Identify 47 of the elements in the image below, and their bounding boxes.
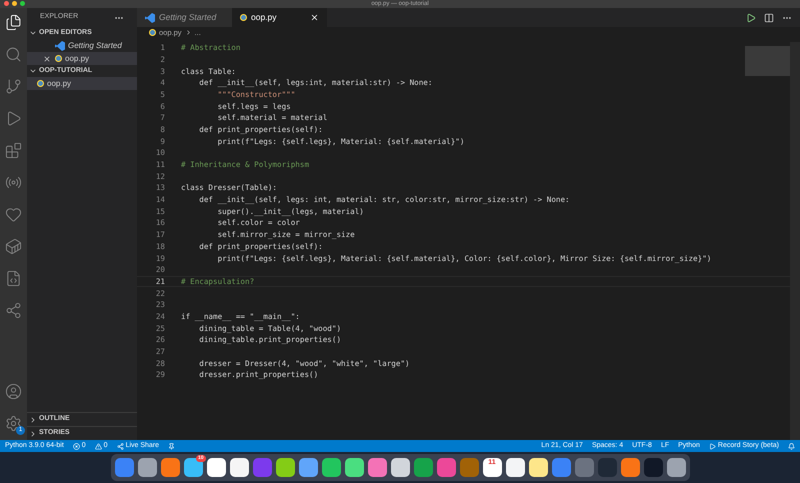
file-item[interactable]: oop.py	[27, 77, 137, 90]
settings-icon[interactable]	[5, 415, 22, 432]
run-debug-icon[interactable]	[5, 110, 22, 127]
app-icon[interactable]	[390, 458, 410, 477]
file-item[interactable]: Getting Started	[27, 39, 137, 52]
split-editor-icon[interactable]	[764, 12, 774, 22]
heart-icon[interactable]	[5, 206, 22, 223]
close-window-icon[interactable]	[4, 1, 9, 6]
python-file-icon	[240, 14, 247, 21]
error-icon	[72, 442, 80, 450]
maximize-window-icon[interactable]	[20, 1, 25, 6]
minimize-window-icon[interactable]	[12, 1, 17, 6]
play-icon	[708, 442, 716, 450]
run-icon[interactable]	[746, 12, 756, 22]
branch-icon[interactable]	[5, 78, 22, 95]
pin-icon	[168, 442, 176, 450]
app-icon[interactable]	[322, 458, 340, 477]
editor-tab[interactable]: oop.py	[232, 8, 327, 27]
bell-icon[interactable]	[788, 442, 795, 450]
extensions-icon[interactable]	[5, 142, 22, 159]
vscode-logo-icon	[55, 40, 65, 50]
python-file-icon	[149, 29, 156, 36]
status-item[interactable]	[168, 442, 176, 450]
app-icon[interactable]	[344, 458, 364, 477]
app-icon[interactable]	[138, 458, 156, 477]
share-icon[interactable]	[5, 302, 22, 319]
chevron-down-icon	[29, 67, 37, 75]
account-icon[interactable]	[5, 383, 22, 400]
file-item[interactable]: oop.py	[27, 52, 137, 65]
close-icon[interactable]	[43, 54, 51, 62]
share-icon	[116, 442, 124, 450]
chevron-right-icon	[184, 29, 192, 36]
files-icon[interactable]	[5, 14, 22, 31]
editor-tab[interactable]: Getting Started	[137, 8, 232, 27]
app-icon[interactable]	[206, 458, 226, 477]
app-icon[interactable]	[506, 458, 524, 477]
warning-icon	[94, 442, 102, 450]
minimap	[745, 46, 790, 76]
python-file-icon	[37, 80, 44, 87]
app-icon[interactable]	[230, 458, 248, 477]
app-icon[interactable]	[528, 458, 548, 477]
python-file-icon	[55, 55, 62, 62]
vscode-logo-icon	[145, 12, 155, 22]
chevron-down-icon	[29, 29, 37, 37]
app-icon[interactable]	[276, 458, 294, 477]
app-icon[interactable]	[666, 458, 686, 477]
search-icon[interactable]	[5, 46, 22, 63]
